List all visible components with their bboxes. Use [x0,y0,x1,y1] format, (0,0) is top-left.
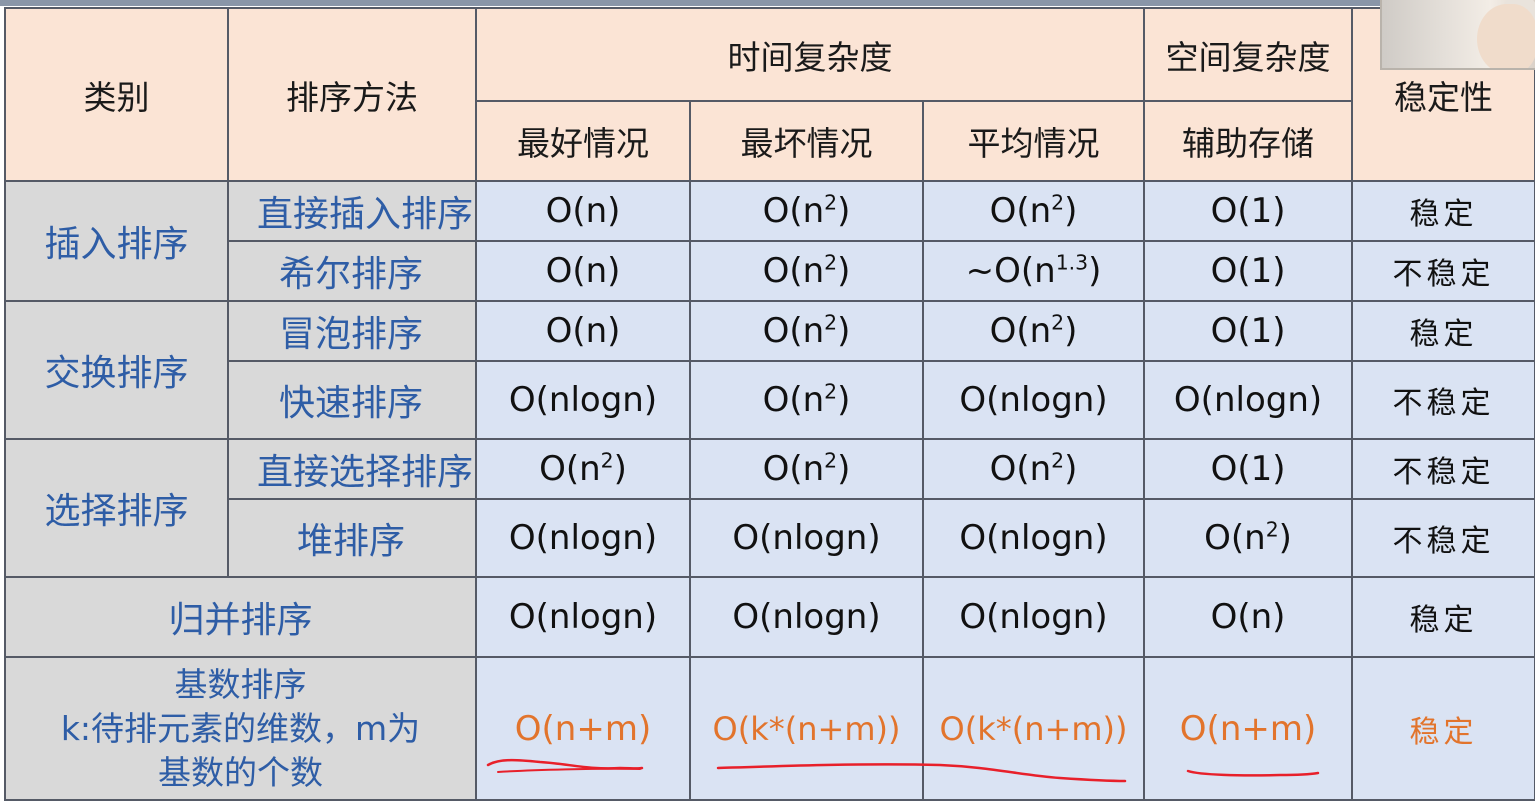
value-base: O(n [989,191,1052,231]
aux-cell: O(1) [1143,240,1354,302]
header-space-complexity: 空间复杂度 [1143,7,1354,102]
worst-cell: O(n2) [689,240,924,302]
value-base: ~O(n [965,251,1056,291]
table-row: 基数排序 k:待排元素的维数，m为 基数的个数 O(n+m) O(k*(n+m)… [4,656,1535,801]
stability-cell: 稳定 [1351,180,1535,242]
worst-cell: O(nlogn) [689,576,924,658]
webcam-face [1477,4,1535,68]
table-row: 交换排序 冒泡排序 O(n) O(n2) O(n2) O(1) 稳定 [4,300,1535,440]
method-cell: 直接插入排序 [227,180,477,242]
value-base: O(n [762,251,825,291]
value-exponent: 2 [824,448,838,473]
best-cell: O(n) [475,180,691,242]
value-exponent: 2 [824,250,838,275]
value-exponent: 1.3 [1055,250,1089,275]
stability-cell: 稳定 [1351,300,1535,362]
header-time-complexity: 时间复杂度 [474,7,1146,102]
stability-cell: 不稳定 [1351,360,1535,440]
table-row: 选择排序 直接选择排序 O(n2) O(n2) O(n2) O(1) 不稳定 [4,438,1535,578]
header-auxiliary: 辅助存储 [1143,100,1354,182]
radix-title: 基数排序 [174,664,307,704]
value-exponent: 2 [824,379,838,404]
value-exponent: 2 [1051,190,1065,215]
worst-cell: O(n2) [689,360,924,440]
slide-top-border [0,0,1535,6]
aux-cell: O(1) [1143,300,1354,362]
category-insertion: 插入排序 [4,180,229,302]
value-base: O(n [989,449,1052,489]
average-cell: ~O(n1.3) [921,240,1146,302]
category-selection: 选择排序 [4,438,229,578]
stability-cell: 不稳定 [1351,438,1535,500]
aux-cell: O(nlogn) [1143,360,1354,440]
average-cell: O(n2) [921,300,1146,362]
category-merge: 归并排序 [4,576,477,658]
category-radix: 基数排序 k:待排元素的维数，m为 基数的个数 [4,656,477,801]
value-exponent: 2 [1051,448,1065,473]
table-row: 希尔排序 O(n) O(n2) ~O(n1.3) O(1) 不稳定 [5,240,1535,302]
average-cell: O(n2) [921,438,1146,500]
best-cell: O(nlogn) [475,576,691,658]
worst-cell: O(nlogn) [689,498,924,578]
aux-cell: O(n2) [1143,498,1354,578]
header-best: 最好情况 [475,100,691,182]
best-cell: O(nlogn) [475,360,691,440]
value-exponent: 2 [824,310,838,335]
value-base: O(n [539,449,601,489]
value-base: O(n [762,380,825,420]
header-category: 类别 [4,7,229,182]
aux-cell: O(n) [1143,576,1354,658]
radix-note-line1: k:待排元素的维数，m为 [60,708,421,748]
average-cell: O(nlogn) [921,576,1146,658]
method-cell: 快速排序 [227,360,477,440]
webcam-overlay [1380,0,1535,70]
best-cell: O(n+m) [475,656,691,801]
table-row: 插入排序 直接插入排序 O(n) O(n2) O(n2) O(1) 稳定 [4,180,1535,302]
best-cell: O(nlogn) [475,498,691,578]
value-base: O(n [762,191,825,231]
value-exponent: 2 [1265,517,1279,542]
best-cell: O(n) [475,300,691,362]
value-base: O(n [989,311,1052,351]
average-cell: O(nlogn) [921,360,1146,440]
aux-cell: O(1) [1143,180,1354,242]
worst-cell: O(n2) [689,300,924,362]
value-exponent: 2 [1051,310,1065,335]
method-cell: 希尔排序 [227,240,477,302]
table-row: 归并排序 O(nlogn) O(nlogn) O(nlogn) O(n) 稳定 [4,576,1535,658]
value-base: O(n [1204,518,1266,558]
stability-cell: 不稳定 [1351,498,1535,578]
aux-cell: O(n+m) [1143,656,1354,801]
worst-cell: O(k*(n+m)) [689,656,924,801]
method-cell: 直接选择排序 [227,438,477,500]
table-row: 快速排序 O(nlogn) O(n2) O(nlogn) O(nlogn) 不稳… [5,360,1535,440]
method-cell: 堆排序 [227,498,477,578]
table-row: 堆排序 O(nlogn) O(nlogn) O(nlogn) O(n2) 不稳定 [5,498,1535,578]
worst-cell: O(n2) [689,438,924,500]
worst-cell: O(n2) [689,180,924,242]
value-base: O(n [762,311,825,351]
header-worst: 最坏情况 [689,100,924,182]
method-cell: 冒泡排序 [227,300,477,362]
average-cell: O(k*(n+m)) [921,656,1146,801]
category-exchange: 交换排序 [4,300,229,440]
stability-cell: 稳定 [1351,656,1535,801]
value-exponent: 2 [824,190,838,215]
aux-cell: O(1) [1143,438,1354,500]
best-cell: O(n2) [475,438,691,500]
radix-note-line2: 基数的个数 [158,752,323,792]
header-method: 排序方法 [227,7,477,182]
header-average: 平均情况 [921,100,1146,182]
stability-cell: 不稳定 [1351,240,1535,302]
value-exponent: 2 [600,448,614,473]
best-cell: O(n) [475,240,691,302]
value-base: O(n [762,449,825,489]
average-cell: O(n2) [921,180,1146,242]
average-cell: O(nlogn) [921,498,1146,578]
stability-cell: 稳定 [1351,576,1535,658]
sorting-complexity-table: 类别 排序方法 时间复杂度 空间复杂度 稳定性 最好情况 最坏情况 平均情况 辅… [4,7,1535,801]
